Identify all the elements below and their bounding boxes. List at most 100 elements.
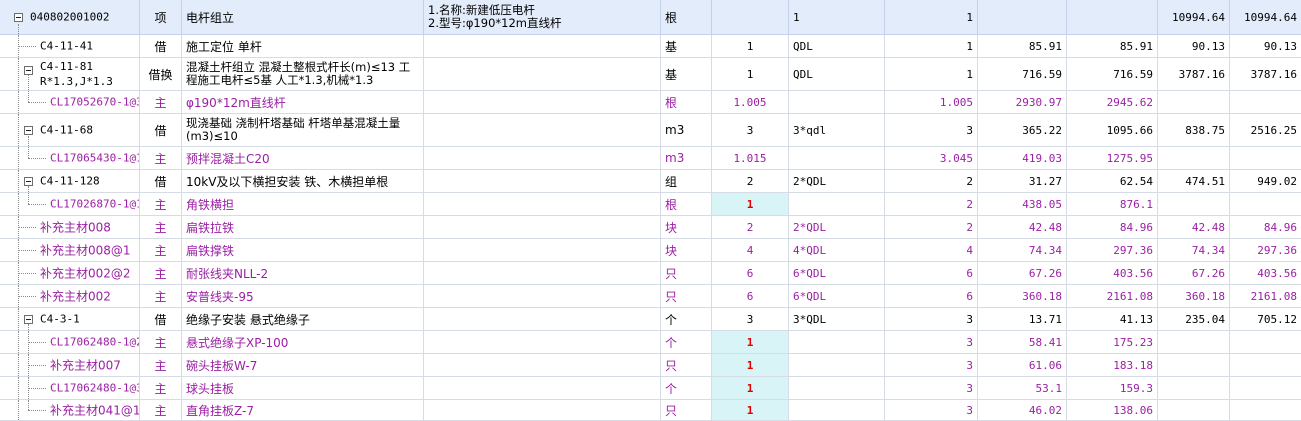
name-cell[interactable]: 10kV及以下横担安装 铁、木横担单根 [182,170,424,192]
comprehensive-unit-price-cell[interactable]: 3787.16 [1158,58,1230,90]
category-cell[interactable]: 借 [140,170,182,192]
comprehensive-unit-price-cell[interactable] [1158,354,1230,376]
name-cell[interactable]: 角铁横担 [182,193,424,215]
code-cell[interactable]: 补充主材008 [0,216,140,238]
quantity-expr-cell[interactable]: 1.015 [712,147,789,169]
table-row[interactable]: 补充主材002 主 安普线夹-95 只 6 6*QDL 6 360.18 216… [0,285,1301,308]
comprehensive-unit-price-cell[interactable] [1158,147,1230,169]
comprehensive-total-cell[interactable]: 3787.16 [1230,58,1301,90]
expression-cell[interactable]: 4*QDL [789,239,885,261]
comprehensive-unit-price-cell[interactable] [1158,377,1230,399]
name-cell[interactable]: 绝缘子安装 悬式绝缘子 [182,308,424,330]
category-cell[interactable]: 主 [140,400,182,420]
quantity-cell[interactable]: 2 [885,193,978,215]
table-row[interactable]: C4-11-41 借 施工定位 单杆 基 1 QDL 1 85.91 85.91… [0,35,1301,58]
total-price-cell[interactable]: 2945.62 [1067,91,1158,113]
unit-price-cell[interactable]: 42.48 [978,216,1067,238]
comprehensive-total-cell[interactable]: 297.36 [1230,239,1301,261]
feature-cell[interactable] [424,170,661,192]
code-cell[interactable]: CL17052670-1@3 [0,91,140,113]
comprehensive-total-cell[interactable] [1230,91,1301,113]
unit-price-cell[interactable]: 74.34 [978,239,1067,261]
code-cell[interactable]: CL17026870-1@1 [0,193,140,215]
table-row[interactable]: C4-3-1 借 绝缘子安装 悬式绝缘子 个 3 3*QDL 3 13.71 4… [0,308,1301,331]
expression-cell[interactable] [789,377,885,399]
comprehensive-unit-price-cell[interactable]: 74.34 [1158,239,1230,261]
unit-cell[interactable]: 只 [661,262,712,284]
unit-cell[interactable]: 个 [661,308,712,330]
unit-cell[interactable]: m3 [661,147,712,169]
expression-cell[interactable] [789,331,885,353]
code-cell[interactable]: 补充主材002 [0,285,140,307]
quantity-cell[interactable]: 1.005 [885,91,978,113]
unit-cell[interactable]: 块 [661,216,712,238]
table-row[interactable]: C4-11-68 借 现浇基础 浇制杆塔基础 杆塔单基混凝土量(m3)≤10 m… [0,114,1301,147]
unit-price-cell[interactable]: 438.05 [978,193,1067,215]
unit-price-cell[interactable]: 58.41 [978,331,1067,353]
feature-cell[interactable] [424,262,661,284]
comprehensive-unit-price-cell[interactable] [1158,91,1230,113]
unit-cell[interactable]: 只 [661,285,712,307]
quantity-cell[interactable]: 3 [885,308,978,330]
name-cell[interactable]: 扁铁拉铁 [182,216,424,238]
table-row[interactable]: 补充主材008@1 主 扁铁撑铁 块 4 4*QDL 4 74.34 297.3… [0,239,1301,262]
category-cell[interactable]: 借换 [140,58,182,90]
quantity-expr-cell[interactable]: 4 [712,239,789,261]
unit-price-cell[interactable]: 2930.97 [978,91,1067,113]
comprehensive-total-cell[interactable]: 403.56 [1230,262,1301,284]
quantity-cell[interactable]: 3 [885,377,978,399]
quantity-cell[interactable]: 3 [885,331,978,353]
feature-cell[interactable] [424,239,661,261]
quantity-expr-cell[interactable]: 1 [712,354,789,376]
expression-cell[interactable] [789,354,885,376]
unit-price-cell[interactable]: 46.02 [978,400,1067,420]
category-cell[interactable]: 主 [140,331,182,353]
total-price-cell[interactable]: 62.54 [1067,170,1158,192]
quantity-cell[interactable]: 4 [885,239,978,261]
name-cell[interactable]: 现浇基础 浇制杆塔基础 杆塔单基混凝土量(m3)≤10 [182,114,424,146]
total-price-cell[interactable]: 403.56 [1067,262,1158,284]
quantity-expr-cell[interactable]: 1 [712,400,789,420]
expression-cell[interactable] [789,193,885,215]
comprehensive-total-cell[interactable] [1230,193,1301,215]
total-price-cell[interactable]: 1275.95 [1067,147,1158,169]
unit-cell[interactable]: 只 [661,354,712,376]
feature-cell[interactable] [424,377,661,399]
code-cell[interactable]: C4-11-68 [0,114,140,146]
quantity-cell[interactable]: 2 [885,170,978,192]
unit-price-cell[interactable]: 53.1 [978,377,1067,399]
code-cell[interactable]: C4-11-41 [0,35,140,57]
comprehensive-total-cell[interactable] [1230,331,1301,353]
expression-cell[interactable] [789,91,885,113]
expression-cell[interactable]: 6*QDL [789,262,885,284]
expression-cell[interactable]: 6*QDL [789,285,885,307]
quantity-cell[interactable]: 6 [885,285,978,307]
feature-cell[interactable] [424,35,661,57]
table-row[interactable]: CL17052670-1@3 主 φ190*12m直线杆 根 1.005 1.0… [0,91,1301,114]
expression-cell[interactable]: 3*qdl [789,114,885,146]
quantity-cell[interactable]: 1 [885,35,978,57]
expression-cell[interactable]: 3*QDL [789,308,885,330]
table-row[interactable]: 补充主材008 主 扁铁拉铁 块 2 2*QDL 2 42.48 84.96 4… [0,216,1301,239]
feature-cell[interactable]: 1.名称:新建低压电杆 2.型号:φ190*12m直线杆 [424,0,661,34]
comprehensive-unit-price-cell[interactable]: 235.04 [1158,308,1230,330]
total-price-cell[interactable]: 2161.08 [1067,285,1158,307]
feature-cell[interactable] [424,58,661,90]
comprehensive-total-cell[interactable]: 949.02 [1230,170,1301,192]
category-cell[interactable]: 主 [140,354,182,376]
table-row[interactable]: C4-11-81 R*1.3,J*1.3 借换 混凝土杆组立 混凝土整根式杆长(… [0,58,1301,91]
comprehensive-total-cell[interactable] [1230,400,1301,420]
category-cell[interactable]: 借 [140,308,182,330]
total-price-cell[interactable]: 1095.66 [1067,114,1158,146]
feature-cell[interactable] [424,216,661,238]
comprehensive-unit-price-cell[interactable]: 360.18 [1158,285,1230,307]
unit-cell[interactable]: 只 [661,400,712,420]
feature-cell[interactable] [424,193,661,215]
table-row[interactable]: C4-11-128 借 10kV及以下横担安装 铁、木横担单根 组 2 2*QD… [0,170,1301,193]
quantity-cell[interactable]: 3 [885,354,978,376]
total-price-cell[interactable]: 85.91 [1067,35,1158,57]
expression-cell[interactable]: 1 [789,0,885,34]
category-cell[interactable]: 主 [140,239,182,261]
total-price-cell[interactable]: 159.3 [1067,377,1158,399]
name-cell[interactable]: 施工定位 单杆 [182,35,424,57]
